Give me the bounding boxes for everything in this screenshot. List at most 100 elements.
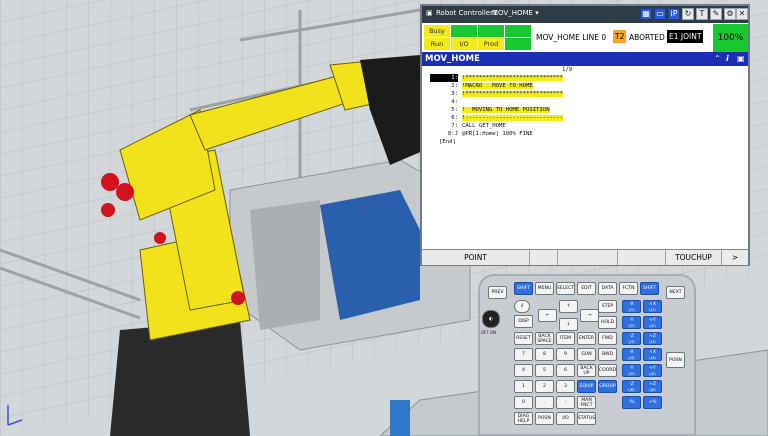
program-line[interactable]: 6: !-----------------------------: [430, 114, 564, 122]
edit-icon[interactable]: ✎: [710, 8, 722, 20]
key-posn-side[interactable]: POSN: [666, 352, 685, 368]
program-line[interactable]: 1: !*****************************: [430, 74, 564, 82]
program-line[interactable]: 7: CALL GET_HOME: [430, 122, 506, 130]
maximize-icon[interactable]: ▣: [737, 52, 745, 66]
close-icon[interactable]: ✕: [736, 8, 748, 20]
key-right[interactable]: →: [580, 309, 599, 322]
key-equip[interactable]: EQUIP: [577, 380, 596, 393]
key-status[interactable]: STATUS: [577, 412, 596, 425]
softkey-f3[interactable]: [558, 250, 618, 265]
key-diag-help[interactable]: DIAG HELP: [514, 412, 533, 425]
key-fwd[interactable]: FWD: [598, 332, 617, 345]
line-text: !MACRO MOVE TO HOME: [462, 83, 533, 89]
key-digit[interactable]: 8: [535, 348, 554, 361]
window-titlebar: ▣ Robot Controller1 MOV_HOME ▾ ▦ ▭ iP ↻ …: [422, 6, 748, 23]
ip-icon[interactable]: iP: [668, 8, 680, 20]
softkey-f5[interactable]: TOUCHUP: [666, 250, 722, 265]
key-jog[interactable]: +Y (J2): [643, 316, 662, 329]
softkey-f1[interactable]: POINT: [422, 250, 530, 265]
program-line[interactable]: 2: !MACRO MOVE TO HOME: [430, 82, 533, 90]
text-icon[interactable]: T: [696, 8, 708, 20]
key-digit[interactable]: 3: [556, 380, 575, 393]
key-group[interactable]: GROUP: [598, 380, 617, 393]
key-gun[interactable]: GUN: [577, 348, 596, 361]
key-bwd[interactable]: BWD: [598, 348, 617, 361]
key-jog[interactable]: +Z (J6): [643, 380, 662, 393]
key-info[interactable]: i: [514, 300, 530, 313]
deadman-switch-icon[interactable]: ◐: [482, 310, 500, 328]
collapse-icon[interactable]: ⌃: [714, 52, 721, 66]
led-busy: Busy: [424, 25, 450, 37]
key-jog[interactable]: +X (J4): [643, 348, 662, 361]
key-shift-right[interactable]: SHIFT: [640, 282, 659, 295]
key-jog[interactable]: +Z (J3): [643, 332, 662, 345]
softkey-f2[interactable]: [530, 250, 558, 265]
key-left[interactable]: ←: [538, 309, 557, 322]
key-coord[interactable]: COORD: [598, 364, 617, 377]
coordinate-system-badge: E1 JOINT: [667, 30, 704, 43]
key-next[interactable]: NEXT: [666, 286, 685, 299]
key-jog[interactable]: +%: [643, 396, 662, 409]
key-digit[interactable]: 5: [535, 364, 554, 377]
line-number: 6:: [451, 115, 458, 121]
key-shift-left[interactable]: SHIFT: [514, 282, 533, 295]
key-jog[interactable]: +X (J1): [643, 300, 662, 313]
key-jog[interactable]: -Y (J5): [622, 364, 641, 377]
led-status-3: [478, 25, 504, 37]
key-disp[interactable]: DISP: [514, 315, 533, 328]
info-icon[interactable]: i: [726, 52, 729, 66]
key-digit[interactable]: 1: [514, 380, 533, 393]
jog-joint-label: (J1): [649, 306, 656, 312]
key-enter[interactable]: ENTER: [577, 332, 596, 345]
key-prev[interactable]: PREV: [488, 286, 507, 299]
key-jog[interactable]: -X (J1): [622, 300, 641, 313]
key-item[interactable]: ITEM: [556, 332, 575, 345]
refresh-icon[interactable]: ↻: [682, 8, 694, 20]
key-digit[interactable]: 4: [514, 364, 533, 377]
softkey-f4[interactable]: [618, 250, 666, 265]
led-prod: Prod: [478, 38, 504, 50]
screen-icon[interactable]: ▭: [654, 8, 666, 20]
key-up[interactable]: ↑: [559, 300, 578, 313]
key-reset[interactable]: RESET: [514, 332, 533, 345]
key-data[interactable]: DATA: [598, 282, 617, 295]
key-jog[interactable]: -Z (J3): [622, 332, 641, 345]
key-menu[interactable]: MENU: [535, 282, 554, 295]
key-digit[interactable]: 6: [556, 364, 575, 377]
key-digit[interactable]: 9: [556, 348, 575, 361]
program-line[interactable]: 4:: [430, 98, 462, 106]
key-man-fnct[interactable]: MAN FNCT: [577, 396, 596, 409]
softkey-next[interactable]: >: [722, 250, 748, 265]
key-posn[interactable]: POSN: [535, 412, 554, 425]
keyboard-icon[interactable]: ▦: [640, 8, 652, 20]
jog-label: -%: [628, 400, 635, 405]
key-jog[interactable]: -Y (J2): [622, 316, 641, 329]
key-digit[interactable]: 7: [514, 348, 533, 361]
key-down[interactable]: ↓: [559, 318, 578, 331]
key-jog[interactable]: -%: [622, 396, 641, 409]
key-edit[interactable]: EDIT: [577, 282, 596, 295]
key-jog[interactable]: -Z (J6): [622, 380, 641, 393]
key-jog[interactable]: +Y (J5): [643, 364, 662, 377]
key-backup[interactable]: BACK UP: [577, 364, 596, 377]
key-step[interactable]: STEP: [598, 300, 617, 313]
line-position: 1/9: [562, 67, 573, 73]
program-line[interactable]: 3: !*****************************: [430, 90, 564, 98]
jog-joint-label: (J4): [649, 354, 656, 360]
program-line[interactable]: 5: ! MOVING TO HOME POSITION: [430, 106, 550, 114]
led-run-label: Run: [430, 40, 444, 48]
key-backspace[interactable]: BACK SPACE: [535, 332, 554, 345]
key-select[interactable]: SELECT: [556, 282, 575, 295]
key-digit[interactable]: 2: [535, 380, 554, 393]
key-hold[interactable]: HOLD: [598, 316, 617, 329]
key-digit[interactable]: .: [535, 396, 554, 409]
program-editor[interactable]: 1/9 1: !***************************** 2: !M…: [422, 66, 748, 249]
key-fctn[interactable]: FCTN: [619, 282, 638, 295]
key-digit[interactable]: -: [556, 396, 575, 409]
key-digit[interactable]: 0: [514, 396, 533, 409]
settings-icon[interactable]: ⚙: [724, 8, 736, 20]
program-line[interactable]: 8:J @PR[1:Home] 100% FINE: [430, 130, 533, 138]
key-io[interactable]: I/O: [556, 412, 575, 425]
program-dropdown[interactable]: MOV_HOME ▾: [492, 9, 539, 17]
key-jog[interactable]: -X (J4): [622, 348, 641, 361]
